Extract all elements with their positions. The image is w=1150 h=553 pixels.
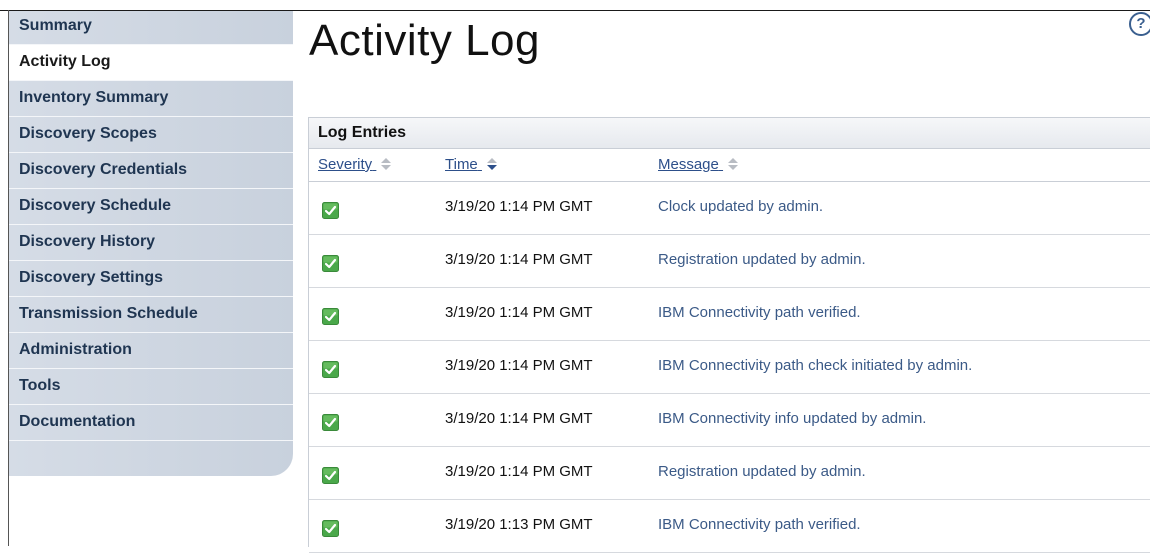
- check-success-icon: [322, 255, 339, 272]
- check-success-icon: [322, 467, 339, 484]
- entry-time: 3/19/20 1:14 PM GMT: [445, 198, 593, 215]
- time-header-label: Time: [445, 156, 478, 173]
- table-row: 3/19/20 1:14 PM GMT Registration updated…: [309, 235, 1150, 288]
- message-header-label: Message: [658, 156, 719, 173]
- column-header-message[interactable]: Message: [658, 156, 739, 173]
- sidebar-item-transmission-schedule[interactable]: Transmission Schedule: [9, 297, 293, 333]
- check-success-icon: [322, 414, 339, 431]
- table-header: Severity Time Message: [309, 149, 1150, 182]
- table-row: 3/19/20 1:14 PM GMT IBM Connectivity pat…: [309, 288, 1150, 341]
- sidebar-item-inventory-summary[interactable]: Inventory Summary: [9, 81, 293, 117]
- sidebar-item-discovery-history[interactable]: Discovery History: [9, 225, 293, 261]
- sort-icon: [728, 158, 739, 170]
- log-entries-panel: Log Entries Severity Time Message 3/19/2…: [308, 117, 1150, 553]
- entry-message: Registration updated by admin.: [658, 463, 866, 480]
- entry-message: IBM Connectivity path verified.: [658, 516, 861, 533]
- entry-time: 3/19/20 1:14 PM GMT: [445, 410, 593, 427]
- sort-desc-icon: [486, 158, 497, 170]
- column-header-time[interactable]: Time: [445, 156, 498, 173]
- sidebar-nav: Summary Activity Log Inventory Summary D…: [9, 11, 293, 476]
- sort-icon: [381, 158, 392, 170]
- entry-message: IBM Connectivity path verified.: [658, 304, 861, 321]
- panel-title: Log Entries: [309, 118, 1150, 149]
- column-header-severity[interactable]: Severity: [318, 156, 392, 173]
- table-row: 3/19/20 1:13 PM GMT IBM Connectivity pat…: [309, 500, 1150, 553]
- page-title: Activity Log: [309, 16, 540, 65]
- sidebar-item-discovery-credentials[interactable]: Discovery Credentials: [9, 153, 293, 189]
- check-success-icon: [322, 520, 339, 537]
- entry-time: 3/19/20 1:14 PM GMT: [445, 463, 593, 480]
- severity-header-label: Severity: [318, 156, 373, 173]
- table-row: 3/19/20 1:14 PM GMT Clock updated by adm…: [309, 182, 1150, 235]
- entry-time: 3/19/20 1:14 PM GMT: [445, 251, 593, 268]
- entry-time: 3/19/20 1:14 PM GMT: [445, 304, 593, 321]
- table-row: 3/19/20 1:14 PM GMT Registration updated…: [309, 447, 1150, 500]
- log-table-body: 3/19/20 1:14 PM GMT Clock updated by adm…: [309, 182, 1150, 553]
- top-strip: [0, 0, 1150, 11]
- table-row: 3/19/20 1:14 PM GMT IBM Connectivity pat…: [309, 341, 1150, 394]
- sidebar-item-documentation[interactable]: Documentation: [9, 405, 293, 441]
- sidebar-item-discovery-settings[interactable]: Discovery Settings: [9, 261, 293, 297]
- sidebar-item-discovery-schedule[interactable]: Discovery Schedule: [9, 189, 293, 225]
- check-success-icon: [322, 202, 339, 219]
- sidebar-item-activity-log[interactable]: Activity Log: [9, 45, 293, 81]
- entry-time: 3/19/20 1:14 PM GMT: [445, 357, 593, 374]
- table-row: 3/19/20 1:14 PM GMT IBM Connectivity inf…: [309, 394, 1150, 447]
- entry-time: 3/19/20 1:13 PM GMT: [445, 516, 593, 533]
- check-success-icon: [322, 308, 339, 325]
- help-icon[interactable]: ?: [1129, 12, 1150, 36]
- sidebar-item-discovery-scopes[interactable]: Discovery Scopes: [9, 117, 293, 153]
- sidebar-item-administration[interactable]: Administration: [9, 333, 293, 369]
- sidebar-list: Summary Activity Log Inventory Summary D…: [9, 11, 293, 441]
- entry-message: Clock updated by admin.: [658, 198, 824, 215]
- entry-message: IBM Connectivity path check initiated by…: [658, 357, 973, 374]
- entry-message: Registration updated by admin.: [658, 251, 866, 268]
- check-success-icon: [322, 361, 339, 378]
- sidebar-item-summary[interactable]: Summary: [9, 11, 293, 45]
- sidebar-item-tools[interactable]: Tools: [9, 369, 293, 405]
- entry-message: IBM Connectivity info updated by admin.: [658, 410, 927, 427]
